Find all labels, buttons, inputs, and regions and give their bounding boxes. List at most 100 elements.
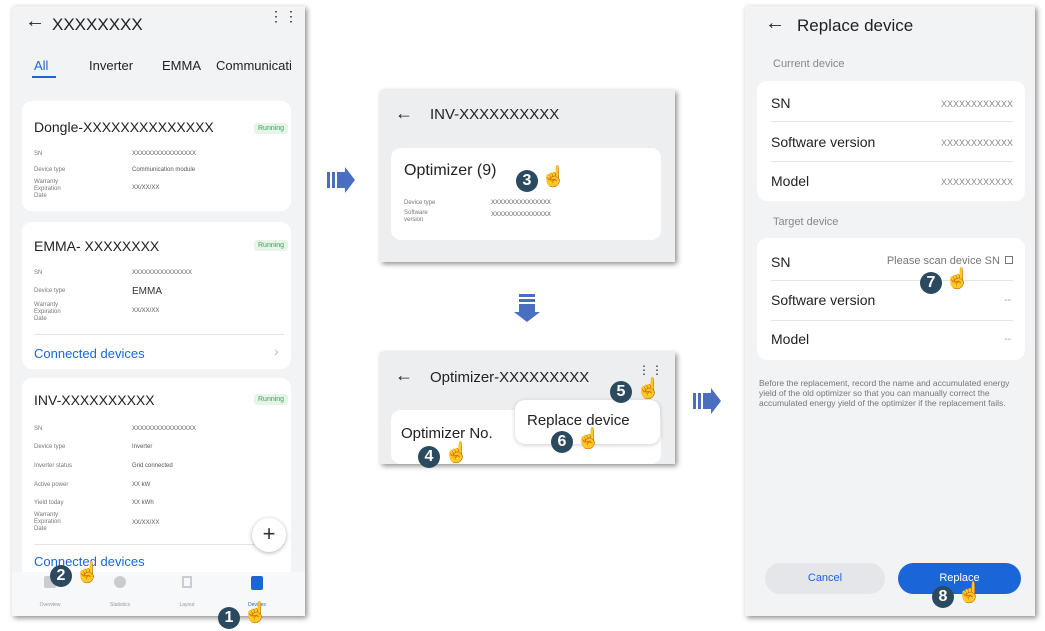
device-card-dongle[interactable]: Dongle-XXXXXXXXXXXXXX Running SN XXXXXXX… [22, 101, 291, 211]
replacement-note: Before the replacement, record the name … [759, 378, 1010, 408]
row-label: Software version [771, 292, 876, 308]
row-value: XXXXXXXXXXXXXXX [491, 212, 552, 218]
screen-device-list: ← XXXXXXXX ⋮⋮ All Inverter EMMA Communic… [12, 6, 305, 616]
back-arrow-icon[interactable]: ← [765, 12, 785, 35]
status-badge: Running [254, 123, 289, 134]
screen-replace-device: ← Replace device Current device SN XXXXX… [745, 6, 1035, 616]
step-badge-1: 1 [218, 607, 240, 629]
more-icon[interactable]: ⋮⋮ [269, 9, 299, 23]
row-label: Device type [404, 200, 436, 206]
device-name: INV-XXXXXXXXXX [34, 392, 155, 408]
row-label: SN [34, 426, 43, 432]
page-title: INV-XXXXXXXXXX [430, 106, 560, 123]
flow-arrow-right-icon [327, 167, 355, 193]
row-label: SN [771, 254, 791, 270]
row-label: Software version [404, 210, 428, 223]
device-card-inverter[interactable]: INV-XXXXXXXXXX Running SN XXXXXXXXXXXXXX… [22, 378, 291, 578]
scan-icon[interactable] [1005, 256, 1013, 264]
section-header: Current device [773, 58, 845, 70]
layout-icon [182, 576, 192, 588]
row-value: XX/XX/XX [132, 520, 160, 526]
row-label: SN [34, 270, 43, 276]
flow-arrow-right-icon [693, 388, 721, 414]
row-value: Communication module [132, 167, 196, 173]
row-value: XX/XX/XX [132, 185, 160, 191]
scan-sn-placeholder: Please scan device SN [886, 255, 1000, 267]
back-arrow-icon[interactable]: ← [395, 103, 413, 124]
nav-label: Overview [39, 602, 61, 608]
add-button[interactable]: + [252, 518, 286, 552]
row-label: Warranty Expiration Date [34, 179, 61, 199]
row-label: SN [34, 151, 43, 157]
row-label: Inverter status [34, 463, 73, 469]
optimizer-title: Optimizer (9) [404, 162, 497, 179]
row-value: XX kWh [132, 500, 154, 506]
current-device-card: SN XXXXXXXXXXXX Software version XXXXXXX… [757, 81, 1025, 201]
row-value: -- [1004, 295, 1011, 306]
row-value: XXXXXXXXXXXXXXXX [132, 426, 197, 432]
nav-layout[interactable]: Layout [167, 576, 207, 608]
step-badge-6: 6 [551, 431, 573, 453]
row-label: Warranty Expiration Date [34, 302, 61, 322]
step-badge-8: 8 [932, 586, 954, 608]
devices-icon [251, 576, 263, 590]
row-label: Active power [34, 482, 69, 488]
back-arrow-icon[interactable]: ← [395, 365, 413, 386]
optimizer-card[interactable]: Optimizer (9) Device type XXXXXXXXXXXXXX… [391, 148, 661, 240]
connected-devices-link[interactable]: Connected devices [34, 346, 145, 361]
page-title: Replace device [797, 16, 914, 35]
row-label: Device type [34, 288, 66, 294]
back-arrow-icon[interactable]: ← [25, 10, 45, 33]
status-badge: Running [254, 394, 289, 405]
row-value: XXXXXXXXXXXXXXX [132, 270, 193, 276]
row-label: Device type [34, 167, 66, 173]
tab-inverter[interactable]: Inverter [89, 58, 133, 73]
divider [34, 334, 284, 335]
pointer-hand-icon: ☝ [957, 582, 982, 604]
more-icon[interactable]: ⋮⋮ [638, 364, 664, 376]
row-value: XXXXXXXXXXXX [940, 99, 1013, 109]
row-value: Grid connected [132, 463, 173, 469]
row-value: XXXXXXXXXXXXXXXX [132, 151, 197, 157]
status-badge: Running [254, 240, 289, 251]
device-name: Dongle-XXXXXXXXXXXXXX [34, 119, 214, 135]
row-label: Software version [771, 134, 876, 150]
row-value: EMMA [132, 286, 162, 297]
step-badge-4: 4 [418, 446, 440, 468]
tab-underline [32, 76, 56, 78]
tab-emma[interactable]: EMMA [162, 58, 201, 73]
tab-communication[interactable]: Communicati [216, 58, 292, 73]
nav-label: Layout [179, 602, 195, 608]
divider [771, 161, 1013, 162]
cancel-label: Cancel [807, 572, 843, 584]
step-badge-3: 3 [516, 170, 538, 192]
target-device-card: SN Please scan device SN Software versio… [757, 238, 1025, 360]
pointer-hand-icon: ☝ [444, 442, 469, 464]
pointer-hand-icon: ☝ [75, 562, 100, 584]
pointer-hand-icon: ☝ [541, 166, 566, 188]
nav-statistics[interactable]: Statistics [100, 576, 140, 608]
flow-arrow-down-icon [514, 294, 540, 322]
row-value: -- [1004, 334, 1011, 345]
pie-chart-icon [114, 576, 126, 588]
row-label: Model [771, 173, 810, 189]
device-card-emma[interactable]: EMMA- XXXXXXXX Running SN XXXXXXXXXXXXXX… [22, 222, 291, 369]
row-value: Inverter [132, 444, 153, 450]
row-value: XXXXXXXXXXXX [940, 177, 1013, 187]
chevron-right-icon: › [274, 343, 279, 359]
pointer-hand-icon: ☝ [576, 428, 601, 450]
pointer-hand-icon: ☝ [243, 602, 268, 624]
row-label: SN [771, 95, 791, 111]
row-value: XXXXXXXXXXXX [940, 138, 1013, 148]
row-label: Warranty Expiration Date [34, 512, 61, 532]
pointer-hand-icon: ☝ [945, 268, 970, 290]
plus-icon: + [262, 521, 276, 546]
step-badge-7: 7 [920, 272, 942, 294]
page-title: Optimizer-XXXXXXXXX [430, 369, 590, 386]
divider [771, 280, 1013, 281]
tab-all[interactable]: All [34, 58, 48, 73]
device-name: EMMA- XXXXXXXX [34, 238, 160, 254]
cancel-button[interactable]: Cancel [765, 563, 885, 594]
step-badge-2: 2 [50, 565, 72, 587]
pointer-hand-icon: ☝ [636, 378, 661, 400]
